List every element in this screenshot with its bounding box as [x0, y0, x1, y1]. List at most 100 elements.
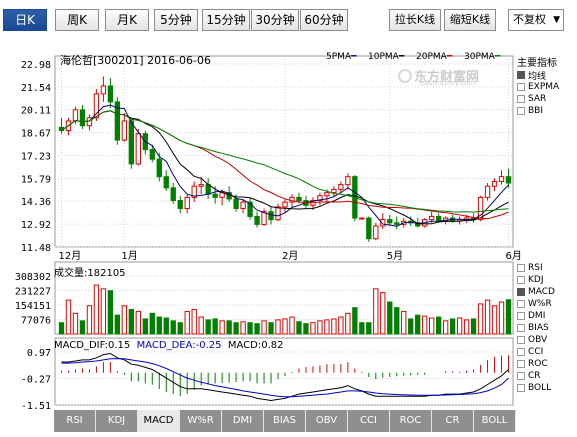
- volume-tick-label: 231227: [15, 286, 51, 297]
- candle-body: [387, 219, 393, 224]
- tab-wr[interactable]: W%R: [180, 410, 222, 432]
- macd-tick-label: -0.27: [21, 375, 51, 386]
- tab-kdj[interactable]: KDJ: [96, 410, 138, 432]
- candle-body: [72, 109, 79, 122]
- checkbox-icon[interactable]: [517, 300, 525, 308]
- price-axis: 22.98 21.54 20.11 18.67 17.23 15.79 14.36 12.92…: [21, 60, 51, 254]
- volume-bar: [240, 321, 246, 335]
- checkbox-icon[interactable]: [517, 372, 525, 380]
- sub-indicator-boll[interactable]: BOLL: [517, 382, 555, 394]
- tab-boll[interactable]: BOLL: [474, 410, 516, 432]
- checkbox-icon[interactable]: [517, 336, 525, 344]
- checkbox-checked-icon[interactable]: [517, 288, 525, 296]
- volume-bar: [170, 320, 176, 335]
- volume-bar: [107, 290, 114, 335]
- candle-body: [128, 120, 135, 165]
- checkbox-icon[interactable]: [517, 360, 525, 368]
- tab-cr[interactable]: CR: [432, 410, 474, 432]
- date-tick-label: 12月: [58, 250, 81, 262]
- volume-bar: [408, 318, 414, 335]
- volume-tick-label: 77076: [21, 315, 51, 326]
- tab-cci[interactable]: CCI: [348, 410, 390, 432]
- candle-body: [177, 200, 183, 209]
- checkbox-icon[interactable]: [517, 264, 525, 272]
- tab-rsi[interactable]: RSI: [54, 410, 96, 432]
- ma-legend-label: 30PMA: [464, 52, 495, 62]
- indicator-bbi[interactable]: BBI: [517, 105, 559, 117]
- sub-indicator-label: W%R: [528, 299, 552, 309]
- checkbox-icon[interactable]: [517, 83, 525, 91]
- checkbox-icon[interactable]: [517, 324, 525, 332]
- candle-body: [373, 225, 379, 240]
- sub-indicator-dmi[interactable]: DMI: [517, 310, 555, 322]
- volume-bar: [303, 323, 309, 335]
- volume-bar: [442, 320, 449, 335]
- volume-bar: [205, 319, 211, 335]
- sub-indicator-panel: RSI KDJ MACD W%R DMI BIAS OBV CCI ROC CR…: [517, 262, 555, 394]
- eastmoney-logo: 东方财富网 eastmoney.com: [398, 66, 516, 88]
- volume-bar: [449, 318, 456, 335]
- price-tick-label: 15.79: [21, 174, 51, 185]
- volume-bar: [387, 301, 393, 335]
- volume-bar: [198, 316, 204, 335]
- volume-bar: [289, 316, 295, 335]
- volume-bar: [282, 318, 288, 335]
- sub-indicator-roc[interactable]: ROC: [517, 358, 555, 370]
- tab-obv[interactable]: OBV: [306, 410, 348, 432]
- macd-bars: [60, 355, 510, 397]
- candle-body: [275, 206, 281, 221]
- sub-indicator-kdj[interactable]: KDJ: [517, 274, 555, 286]
- tab-macd[interactable]: MACD: [138, 410, 180, 432]
- checkbox-icon[interactable]: [517, 384, 525, 392]
- volume-bar: [463, 319, 470, 335]
- sub-indicator-cr[interactable]: CR: [517, 370, 555, 382]
- ma-lines: [61, 104, 509, 227]
- indicator-expma[interactable]: EXPMA: [517, 81, 559, 93]
- macd-axis: 0.97 -0.27 -1.51: [21, 348, 51, 412]
- volume-bar: [128, 309, 135, 335]
- sub-indicator-macd[interactable]: MACD: [517, 286, 555, 298]
- checkbox-icon[interactable]: [517, 107, 525, 115]
- volume-bar: [435, 316, 442, 335]
- checkbox-icon[interactable]: [517, 95, 525, 103]
- checkbox-icon[interactable]: [517, 276, 525, 284]
- sub-indicator-rsi[interactable]: RSI: [517, 262, 555, 274]
- volume-bar: [296, 321, 302, 335]
- logo-subtext: eastmoney.com: [420, 79, 476, 87]
- volume-bar: [415, 314, 421, 335]
- price-tick-label: 11.48: [21, 243, 51, 254]
- volume-bar: [247, 322, 253, 335]
- volume-bar: [429, 317, 435, 335]
- volume-bar: [352, 307, 358, 335]
- sub-indicator-wr[interactable]: W%R: [517, 298, 555, 310]
- indicator-ma[interactable]: 均线: [517, 69, 559, 82]
- candle-body: [345, 176, 351, 186]
- volume-bar: [156, 316, 162, 335]
- sub-indicator-bias[interactable]: BIAS: [517, 322, 555, 334]
- volume-bar: [345, 312, 351, 335]
- macd-tick-label: 0.97: [27, 348, 51, 359]
- date-tick-label: 5月: [387, 250, 403, 262]
- sub-indicator-label: DMI: [528, 311, 546, 321]
- candle-body: [79, 109, 86, 127]
- checkbox-checked-icon[interactable]: [517, 71, 525, 79]
- sub-indicator-label: RSI: [528, 263, 543, 273]
- tab-dmi[interactable]: DMI: [222, 410, 264, 432]
- ma-legend-30: 30PMA━: [464, 52, 500, 62]
- legend-line-icon: ━: [446, 52, 453, 62]
- tab-bias[interactable]: BIAS: [264, 410, 306, 432]
- price-tick-label: 22.98: [21, 60, 51, 71]
- volume-axis: 308302 231227 154151 77076: [15, 272, 51, 326]
- tab-roc[interactable]: ROC: [390, 410, 432, 432]
- sub-indicator-label: MACD: [528, 287, 555, 297]
- indicator-sar[interactable]: SAR: [517, 93, 559, 105]
- checkbox-icon[interactable]: [517, 348, 525, 356]
- volume-bar: [163, 317, 169, 335]
- sub-indicator-cci[interactable]: CCI: [517, 346, 555, 358]
- macd-line: [61, 352, 509, 402]
- checkbox-icon[interactable]: [517, 312, 525, 320]
- macd-tick-label: -1.51: [21, 401, 51, 412]
- sub-indicator-label: ROC: [528, 359, 548, 369]
- candle-body: [107, 85, 114, 103]
- sub-indicator-obv[interactable]: OBV: [517, 334, 555, 346]
